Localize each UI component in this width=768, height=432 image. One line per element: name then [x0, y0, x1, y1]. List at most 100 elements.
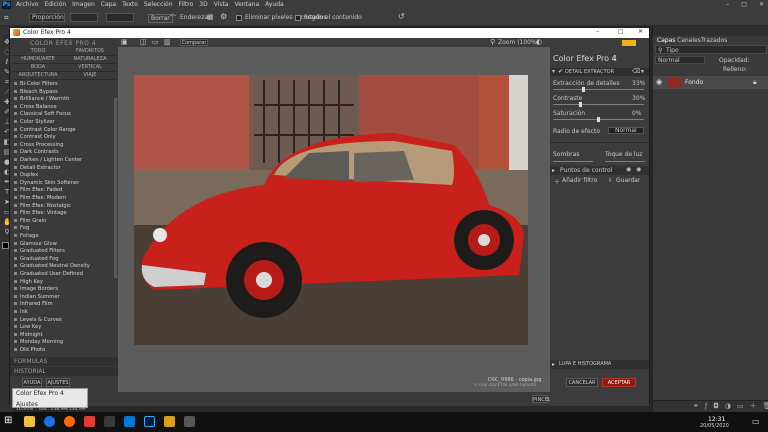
blend-mode-select[interactable]: Normal [655, 56, 705, 64]
radius-select[interactable]: Normal [608, 127, 644, 134]
photoshop-taskbar-icon[interactable] [144, 416, 155, 427]
tab-vertical[interactable]: VERTICAL [64, 64, 116, 72]
tab-canales[interactable]: Canales [677, 37, 701, 44]
clock-date[interactable]: 20/05/2020 [700, 423, 729, 429]
settings-gear-icon[interactable]: ⚙ [220, 12, 227, 21]
settings-button[interactable]: AJUSTES [46, 378, 70, 387]
tab-boda[interactable]: BODA [12, 64, 64, 72]
filter-list-item[interactable]: Levels & Curves [14, 317, 110, 324]
filter-section-header[interactable]: ▾ ✔ DETAIL EXTRACTOR ⌫ ▾ [550, 68, 649, 76]
tab-capas[interactable]: Capas [657, 37, 675, 44]
filter-list-item[interactable]: Detail Extractor [14, 165, 110, 172]
mask-icon[interactable]: ◘ [713, 401, 719, 412]
menu-vista[interactable]: Vista [214, 0, 229, 10]
link-icon[interactable]: ⚭ [693, 401, 699, 412]
maximize-icon[interactable]: □ [741, 0, 747, 10]
control-points-row[interactable]: ▸ Puntos de control ◉ ◉ [550, 166, 649, 175]
filter-list-item[interactable]: Dynamic Skin Softener [14, 180, 110, 187]
menu-arrow-icon[interactable]: ▾ [641, 68, 644, 75]
fx-icon[interactable]: ƒ [705, 401, 707, 412]
save-button[interactable]: Guardar [616, 177, 640, 184]
filter-list-item[interactable]: Film Efex: Nostalgic [14, 203, 110, 210]
filter-list-item[interactable]: Bi-Color Filters [14, 81, 110, 88]
side-by-side-icon[interactable]: ▭ [152, 38, 159, 46]
param-slider-knob[interactable] [582, 87, 586, 92]
folder-icon[interactable]: ▭ [737, 401, 744, 412]
filter-list-item[interactable]: Film Grain [14, 218, 110, 225]
param-slider-knob[interactable] [579, 102, 583, 107]
layer-filter-bar[interactable]: ⚲ Tipo [655, 45, 767, 54]
trash-icon[interactable]: ⌫ [632, 68, 640, 75]
straighten-icon[interactable]: ⌒ [170, 13, 176, 22]
brave-icon[interactable] [84, 416, 95, 427]
compare-button[interactable]: Comparar [180, 39, 208, 46]
add-point-icon[interactable]: ◉ [626, 166, 631, 173]
compare-icon[interactable]: ▥ [164, 38, 171, 46]
filter-list-item[interactable]: Graduated Filters [14, 248, 110, 255]
param-value[interactable]: 30% [632, 95, 645, 102]
content-aware-checkbox[interactable] [295, 15, 301, 21]
menu-texto[interactable]: Texto [122, 0, 138, 10]
menu-ventana[interactable]: Ventana [234, 0, 259, 10]
menu-3d[interactable]: 3D [199, 0, 207, 10]
width-field[interactable] [70, 13, 98, 22]
filter-list-item[interactable]: Indian Summer [14, 294, 110, 301]
filter-list-scrollbar[interactable] [114, 98, 117, 278]
menu-imagen[interactable]: Imagen [72, 0, 95, 10]
adjustment-icon[interactable]: ◑ [725, 401, 731, 412]
file-explorer-icon[interactable] [24, 416, 35, 427]
param-slider-track[interactable] [553, 104, 644, 105]
close-icon[interactable]: ✕ [638, 28, 643, 35]
menu-ayuda[interactable]: Ayuda [265, 0, 284, 10]
filter-list-item[interactable]: Brilliance / Warmth [14, 96, 110, 103]
firefox-icon[interactable] [64, 416, 75, 427]
filter-list-item[interactable]: Color Stylizer [14, 119, 110, 126]
filter-list-item[interactable]: Foliage [14, 233, 110, 240]
help-button[interactable]: AYUDA [22, 378, 42, 387]
menu-capa[interactable]: Capa [101, 0, 116, 10]
chrome-icon[interactable] [44, 416, 55, 427]
zoom-magnifier-icon[interactable]: ⚲ [490, 38, 495, 46]
menu-edicion[interactable]: Edición [44, 0, 66, 10]
filter-list-item[interactable]: Image Borders [14, 286, 110, 293]
filter-list-item[interactable]: Film Efex: Faded [14, 187, 110, 194]
single-view-icon[interactable]: ▣ [121, 38, 128, 46]
shadows-slider[interactable] [553, 161, 593, 162]
visibility-eye-icon[interactable]: ◉ [656, 78, 662, 86]
filter-list-item[interactable]: Darken / Lighten Center [14, 157, 110, 164]
cancel-button[interactable]: CANCELAR [566, 378, 598, 387]
add-filter-button[interactable]: Añadir filtro [562, 177, 597, 184]
filter-list-item[interactable]: Old Photo [14, 347, 110, 354]
tab-naturaleza[interactable]: NATURALEZA [64, 56, 116, 64]
filter-list-item[interactable]: Graduated User Defined [14, 271, 110, 278]
filter-list-item[interactable]: Glamour Glow [14, 241, 110, 248]
tab-trazados[interactable]: Trazados [701, 37, 727, 44]
tab-humor[interactable]: HUMOR/ARTE [12, 56, 64, 64]
check-icon[interactable]: ✔ [558, 68, 563, 75]
filter-list-item[interactable]: Cross Balance [14, 104, 110, 111]
crop-tool-icon[interactable]: ⌗ [4, 13, 9, 23]
foreground-color-swatch[interactable] [2, 242, 9, 249]
grid-overlay-icon[interactable]: ▦ [207, 13, 214, 21]
delete-cropped-checkbox[interactable] [236, 15, 242, 21]
filter-list-item[interactable]: Monday Morning [14, 339, 110, 346]
filter-list-item[interactable]: Graduated Neutral Density [14, 263, 110, 270]
tab-todo[interactable]: TODO [12, 48, 64, 56]
brush-button[interactable]: PINCEL [532, 395, 551, 403]
menu-archivo[interactable]: Archivo [16, 0, 38, 10]
filter-list-item[interactable]: Cross Processing [14, 142, 110, 149]
maximize-icon[interactable]: □ [618, 28, 624, 35]
store-icon[interactable] [124, 416, 135, 427]
background-toggle-icon[interactable]: ◐ [536, 38, 542, 46]
trash-icon[interactable]: 🗑︎ [763, 401, 768, 412]
remove-point-icon[interactable]: ◉ [636, 166, 641, 173]
filter-list-item[interactable]: Duplex [14, 172, 110, 179]
filter-list-item[interactable]: Graduated Fog [14, 256, 110, 263]
param-slider-knob[interactable] [597, 117, 600, 122]
menu-filtro[interactable]: Filtro [179, 0, 194, 10]
reset-icon[interactable]: ↺ [398, 12, 405, 21]
accept-button[interactable]: ACEPTAR [602, 378, 636, 387]
recipes-header[interactable]: FORMULAS [10, 357, 118, 366]
filter-list-item[interactable]: Film Efex: Vintage [14, 210, 110, 217]
tab-arquitectura[interactable]: ARQUITECTURA [12, 72, 64, 80]
